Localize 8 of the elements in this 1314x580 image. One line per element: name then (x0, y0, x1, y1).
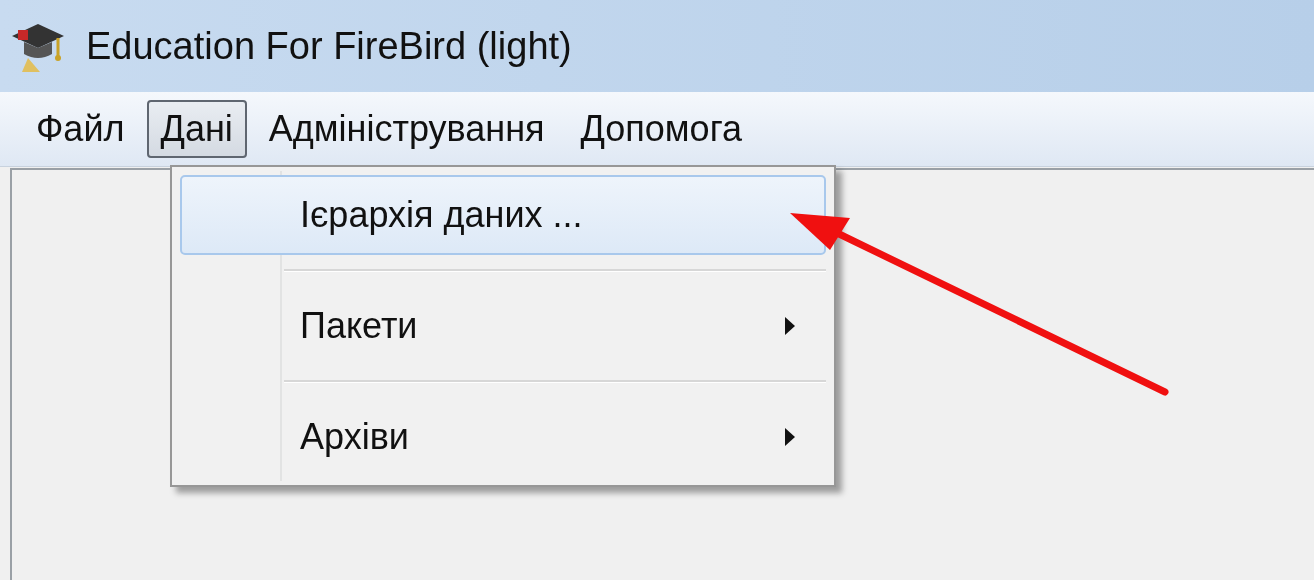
menu-item[interactable]: Адміністрування (254, 100, 559, 158)
window-title: Education For FireBird (light) (86, 24, 572, 68)
menu-item[interactable]: Дані (146, 100, 247, 158)
menu-entry[interactable]: Архіви (180, 397, 826, 477)
menu-item[interactable]: Файл (22, 100, 139, 158)
menu-item[interactable]: Допомога (566, 100, 756, 158)
menu-entry[interactable]: Ієрархія даних ... (180, 175, 826, 255)
menu-entry[interactable]: Пакети (180, 286, 826, 366)
